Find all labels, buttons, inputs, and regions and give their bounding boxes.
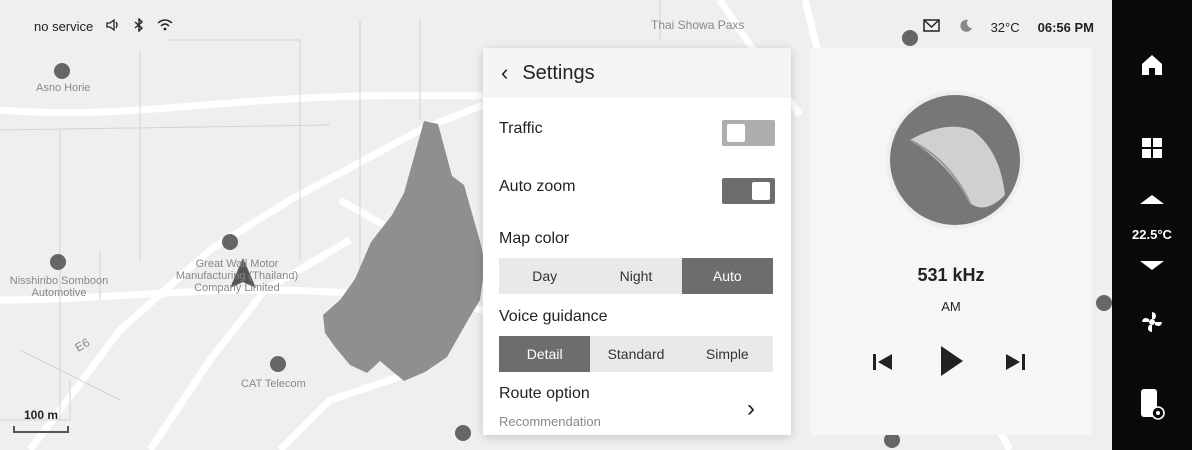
speaker-icon [105, 18, 121, 35]
bluetooth-icon [133, 17, 145, 35]
map-color-day-option[interactable]: Day [499, 258, 590, 294]
traffic-row: Traffic [499, 120, 775, 150]
settings-title: Settings [522, 61, 595, 84]
map-label-great-wall: Great Wall Motor Manufacturing (Thailand… [175, 258, 299, 294]
settings-header: ‹ Settings [483, 48, 791, 98]
status-left: no service [34, 17, 173, 35]
map-label-nisshinbo: Nisshinbo Somboon Automotive [9, 275, 109, 299]
traffic-toggle[interactable] [722, 120, 775, 146]
right-sidebar: 22.5°C [1112, 0, 1192, 450]
voice-guidance-simple-option[interactable]: Simple [682, 336, 773, 372]
home-icon[interactable] [1112, 45, 1192, 85]
outside-temperature: 32°C [990, 20, 1020, 35]
map-color-auto-option[interactable]: Auto [681, 258, 773, 294]
traffic-toggle-knob [727, 124, 745, 142]
status-bar: no service 32°C 06:56 PM [0, 0, 1112, 44]
map-label-cat-telecom: CAT Telecom [241, 378, 306, 390]
radio-band: AM [941, 299, 961, 314]
status-right: 32°C 06:56 PM [922, 18, 1094, 37]
map-color-label-row: Map color [499, 230, 775, 248]
temp-down-icon[interactable] [1112, 256, 1192, 276]
radio-frequency: 531 kHz [917, 265, 985, 285]
previous-icon[interactable] [872, 352, 894, 377]
album-art-disc [886, 91, 1024, 229]
voice-guidance-detail-option[interactable]: Detail [499, 336, 591, 372]
climate-temperature: 22.5°C [1132, 226, 1172, 242]
voice-guidance-selector: Detail Standard Simple [499, 336, 773, 372]
mail-icon[interactable] [922, 18, 941, 37]
moon-icon [959, 19, 973, 36]
voice-guidance-label-row: Voice guidance [499, 308, 775, 326]
route-option-label: Route option [499, 385, 590, 402]
chevron-right-icon[interactable]: › [747, 395, 755, 423]
settings-panel: ‹ Settings Traffic Auto zoom Map color D… [483, 48, 791, 435]
back-chevron-icon[interactable]: ‹ [501, 60, 508, 86]
radio-widget: 531 kHz AM [810, 48, 1092, 435]
auto-zoom-label: Auto zoom [499, 178, 576, 195]
car-infotainment-screen: Thai Showa Paxs Asno Horie Great Wall Mo… [0, 0, 1192, 450]
phone-projection-icon[interactable] [1112, 382, 1192, 426]
auto-zoom-toggle[interactable] [722, 178, 775, 204]
map-color-night-option[interactable]: Night [590, 258, 681, 294]
play-icon[interactable] [939, 344, 965, 383]
route-option-row[interactable]: Route option Recommendation › [499, 385, 775, 433]
network-status: no service [34, 19, 94, 34]
apps-grid-icon[interactable] [1112, 128, 1192, 168]
fan-icon[interactable] [1112, 302, 1192, 342]
voice-guidance-standard-option[interactable]: Standard [590, 336, 681, 372]
playback-controls [872, 344, 1032, 380]
map-scale-label: 100 m [24, 408, 59, 422]
voice-guidance-label: Voice guidance [499, 308, 608, 325]
temp-up-icon[interactable] [1112, 188, 1192, 210]
map-label-asno-horie: Asno Horie [36, 82, 91, 94]
auto-zoom-row: Auto zoom [499, 178, 775, 208]
route-option-value: Recommendation [499, 414, 601, 429]
wifi-icon [157, 18, 173, 35]
map-color-label: Map color [499, 230, 570, 247]
auto-zoom-toggle-knob [752, 182, 770, 200]
clock: 06:56 PM [1037, 20, 1094, 35]
map-color-selector: Day Night Auto [499, 258, 773, 294]
traffic-label: Traffic [499, 120, 543, 137]
next-icon[interactable] [1004, 352, 1026, 377]
